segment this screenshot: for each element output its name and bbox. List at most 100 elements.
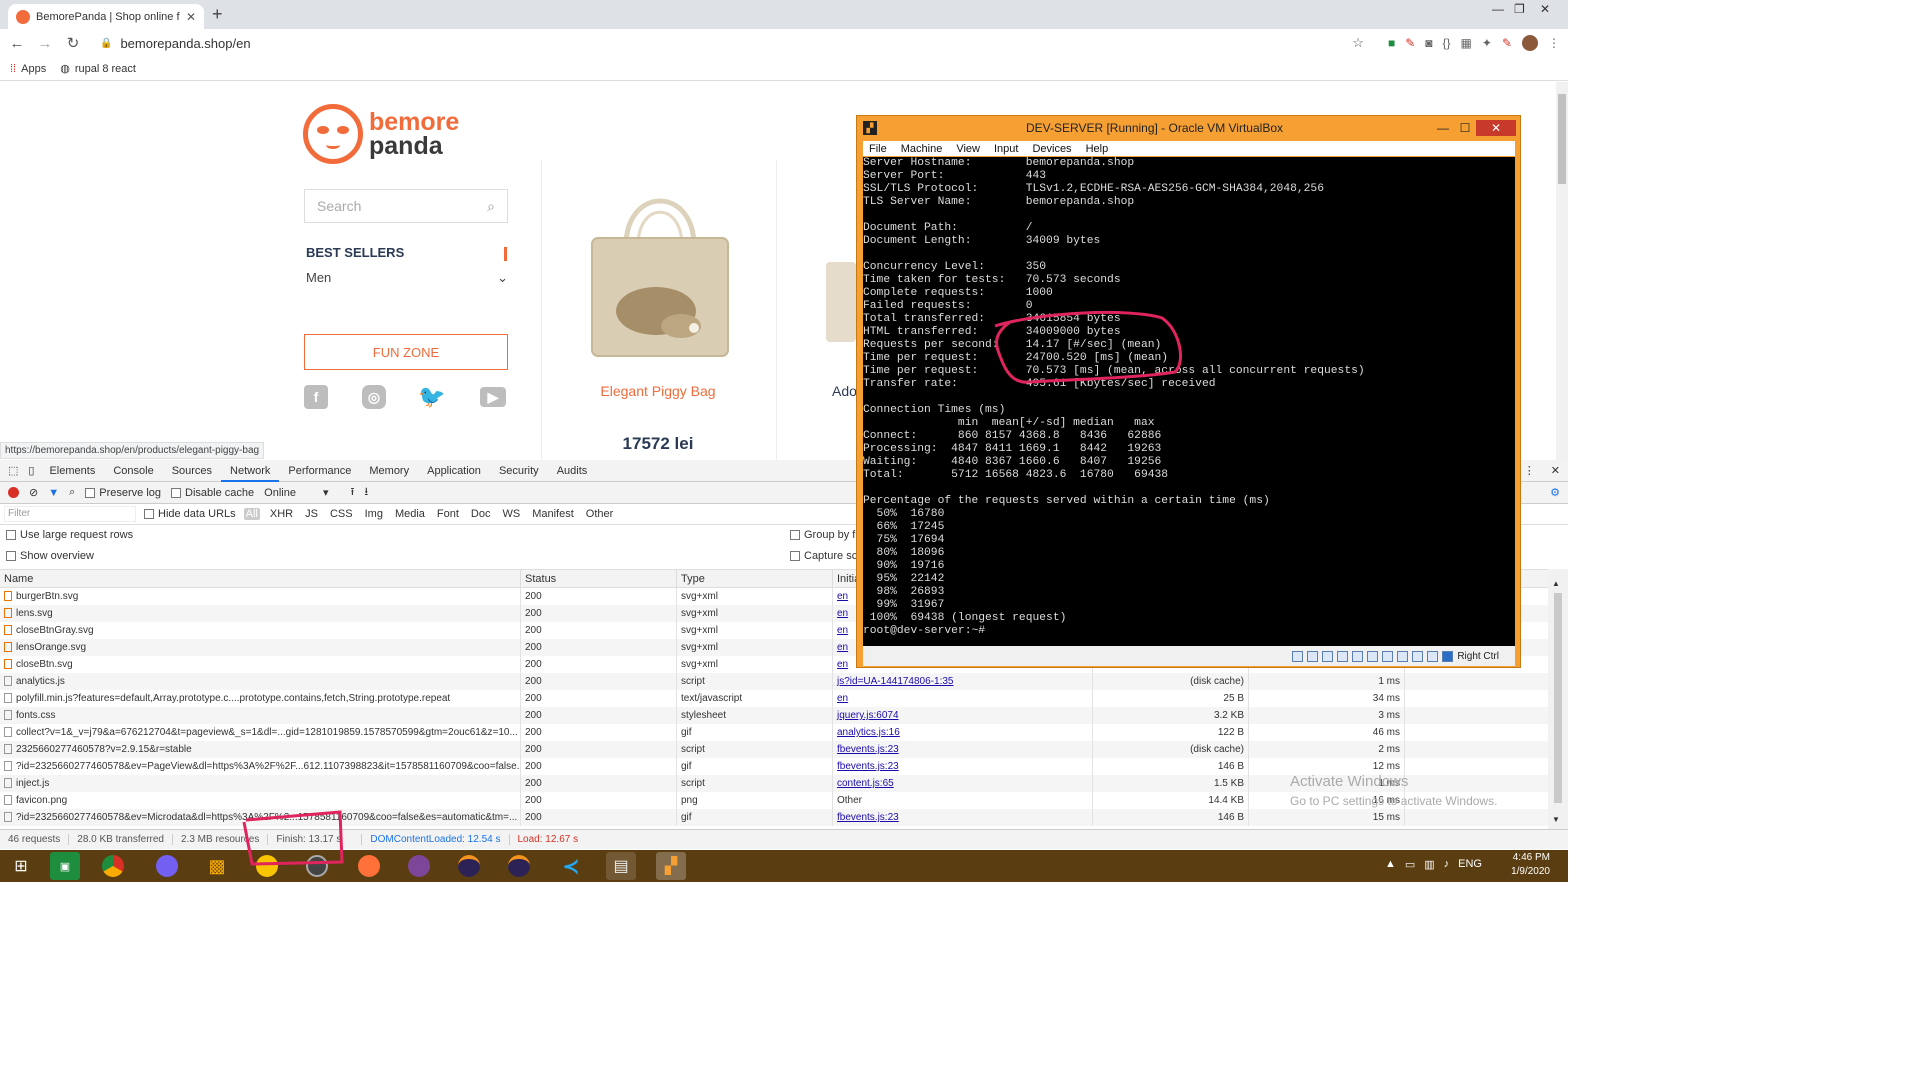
rubik-app-icon[interactable]: ▩ xyxy=(202,852,232,880)
instagram-icon[interactable]: ◎ xyxy=(362,385,386,409)
download-icon[interactable]: ⭳ xyxy=(364,483,368,502)
table-row[interactable]: collect?v=1&_v=j79&a=676212704&t=pagevie… xyxy=(0,724,1548,741)
site-logo[interactable]: bemore panda xyxy=(303,104,459,164)
address-bar[interactable]: 🔒 bemorepanda.shop/en ☆ xyxy=(92,31,1372,55)
column-name[interactable]: Name xyxy=(0,570,520,587)
avatar[interactable] xyxy=(1522,35,1538,51)
tab-performance[interactable]: Performance xyxy=(279,460,360,482)
product-image[interactable] xyxy=(826,262,856,342)
file-explorer-icon[interactable]: ▤ xyxy=(606,852,636,880)
column-status[interactable]: Status xyxy=(520,570,676,587)
filter-type-doc[interactable]: Doc xyxy=(469,508,493,520)
filter-icon[interactable]: ▼ xyxy=(48,487,59,499)
vscode-icon[interactable]: ≺ xyxy=(556,852,586,880)
large-rows-checkbox[interactable]: Use large request rows xyxy=(6,529,133,541)
tab-elements[interactable]: Elements xyxy=(40,460,104,482)
menu-file[interactable]: File xyxy=(869,143,887,155)
filter-input[interactable]: Filter xyxy=(4,506,136,522)
tab-console[interactable]: Console xyxy=(104,460,162,482)
upload-icon[interactable]: ⭱ xyxy=(351,483,355,502)
hide-data-urls-checkbox[interactable]: Hide data URLs xyxy=(144,508,236,520)
mouse-integration-icon[interactable] xyxy=(1427,650,1439,662)
tab-network[interactable]: Network xyxy=(221,460,280,482)
search-icon[interactable]: ⌕ xyxy=(487,198,495,215)
show-overview-checkbox[interactable]: Show overview xyxy=(6,550,94,562)
forward-icon[interactable]: → xyxy=(36,35,54,52)
tab-application[interactable]: Application xyxy=(418,460,490,482)
menu-machine[interactable]: Machine xyxy=(901,143,943,155)
best-sellers-heading[interactable]: BEST SELLERS xyxy=(306,245,404,260)
filter-type-manifest[interactable]: Manifest xyxy=(530,508,576,520)
shared-folders-icon[interactable] xyxy=(1367,650,1379,662)
firefox-icon[interactable] xyxy=(354,852,384,880)
tab-security[interactable]: Security xyxy=(490,460,548,482)
virtualbox-title-bar[interactable]: ▞ DEV-SERVER [Running] - Oracle VM Virtu… xyxy=(857,116,1520,140)
request-initiator[interactable]: Other xyxy=(832,792,1092,809)
browser-tab[interactable]: BemorePanda | Shop online for S ✕ xyxy=(8,4,204,29)
product-name[interactable]: Ado xyxy=(832,383,857,399)
twitter-icon[interactable]: 🐦 xyxy=(418,384,445,409)
fun-zone-button[interactable]: FUN ZONE xyxy=(304,334,508,370)
disable-cache-checkbox[interactable]: Disable cache xyxy=(171,487,254,499)
menu-help[interactable]: Help xyxy=(1086,143,1109,155)
show-hidden-icons-icon[interactable]: ▲ xyxy=(1385,858,1396,871)
bookmark-rupal[interactable]: ◍ rupal 8 react xyxy=(60,62,136,76)
minimize-icon[interactable]: — xyxy=(1432,121,1454,135)
column-type[interactable]: Type xyxy=(676,570,832,587)
virtualbox-taskbar-icon[interactable]: ▞ xyxy=(656,852,686,880)
filter-type-js[interactable]: JS xyxy=(303,508,320,520)
table-row[interactable]: 2325660277460578?v=2.9.15&r=stable 200 scr… xyxy=(0,741,1548,758)
close-tab-icon[interactable]: ✕ xyxy=(186,10,196,24)
filter-type-media[interactable]: Media xyxy=(393,508,427,520)
filter-type-all[interactable]: All xyxy=(243,508,260,520)
close-icon[interactable]: ✕ xyxy=(1476,120,1516,136)
clock[interactable]: 4:46 PM 1/9/2020 xyxy=(1511,851,1550,879)
throttle-select[interactable]: Online ▾ xyxy=(264,486,328,499)
device-toolbar-icon[interactable]: ▯ xyxy=(22,464,40,477)
action-center-icon[interactable]: ▭ xyxy=(1405,858,1415,871)
close-icon[interactable]: ✕ xyxy=(1543,464,1568,477)
maximize-icon[interactable]: ☐ xyxy=(1454,121,1476,135)
record-icon[interactable] xyxy=(8,487,19,498)
extension-icon[interactable]: ■ xyxy=(1388,36,1395,50)
network-icon[interactable] xyxy=(1337,650,1349,662)
optical-drive-icon[interactable] xyxy=(1307,650,1319,662)
reload-icon[interactable]: ↻ xyxy=(64,34,82,52)
product-name[interactable]: Elegant Piggy Bag xyxy=(560,383,756,399)
preserve-log-checkbox[interactable]: Preserve log xyxy=(85,487,161,499)
hard-disk-icon[interactable] xyxy=(1292,650,1304,662)
table-scrollbar[interactable]: ▲ ▼ xyxy=(1548,569,1568,829)
back-icon[interactable]: ← xyxy=(8,35,26,52)
inspect-icon[interactable]: ⬚ xyxy=(4,464,22,477)
filter-type-font[interactable]: Font xyxy=(435,508,461,520)
tab-memory[interactable]: Memory xyxy=(360,460,418,482)
table-row[interactable]: polyfill.min.js?features=default,Array.p… xyxy=(0,690,1548,707)
star-icon[interactable]: ☆ xyxy=(1352,35,1364,51)
display-icon[interactable] xyxy=(1382,650,1394,662)
cpu-icon[interactable] xyxy=(1412,650,1424,662)
new-tab-button[interactable]: + xyxy=(212,4,223,25)
tor-icon[interactable] xyxy=(302,852,332,880)
request-initiator[interactable]: fbevents.js:23 xyxy=(832,741,1092,758)
request-initiator[interactable]: fbevents.js:23 xyxy=(832,758,1092,775)
filter-type-img[interactable]: Img xyxy=(363,508,385,520)
filter-type-other[interactable]: Other xyxy=(584,508,616,520)
table-row[interactable]: ?id=2325660277460578&ev=Microdata&dl=htt… xyxy=(0,809,1548,826)
request-initiator[interactable]: js?id=UA-144174806-1:35 xyxy=(832,673,1092,690)
restore-window-button[interactable]: ❐ xyxy=(1514,2,1525,16)
request-initiator[interactable]: jquery.js:6074 xyxy=(832,707,1092,724)
language-indicator[interactable]: ENG xyxy=(1458,858,1482,871)
filter-type-css[interactable]: CSS xyxy=(328,508,355,520)
pen-icon[interactable]: ✎ xyxy=(1502,36,1512,50)
extension-icon[interactable]: ▦ xyxy=(1461,36,1472,50)
chrome-icon[interactable] xyxy=(98,852,128,880)
category-dropdown[interactable]: Men ⌄ xyxy=(306,270,508,286)
volume-icon[interactable]: ♪ xyxy=(1444,858,1450,871)
start-windows-icon[interactable]: ⊞ xyxy=(6,852,36,880)
request-initiator[interactable]: fbevents.js:23 xyxy=(832,809,1092,826)
bookmark-apps[interactable]: ⁞⁞ Apps xyxy=(10,63,46,75)
camera-icon[interactable]: ◙ xyxy=(1425,36,1432,50)
usb-icon[interactable] xyxy=(1352,650,1364,662)
request-initiator[interactable]: analytics.js:16 xyxy=(832,724,1092,741)
tor-browser-icon[interactable] xyxy=(404,852,434,880)
